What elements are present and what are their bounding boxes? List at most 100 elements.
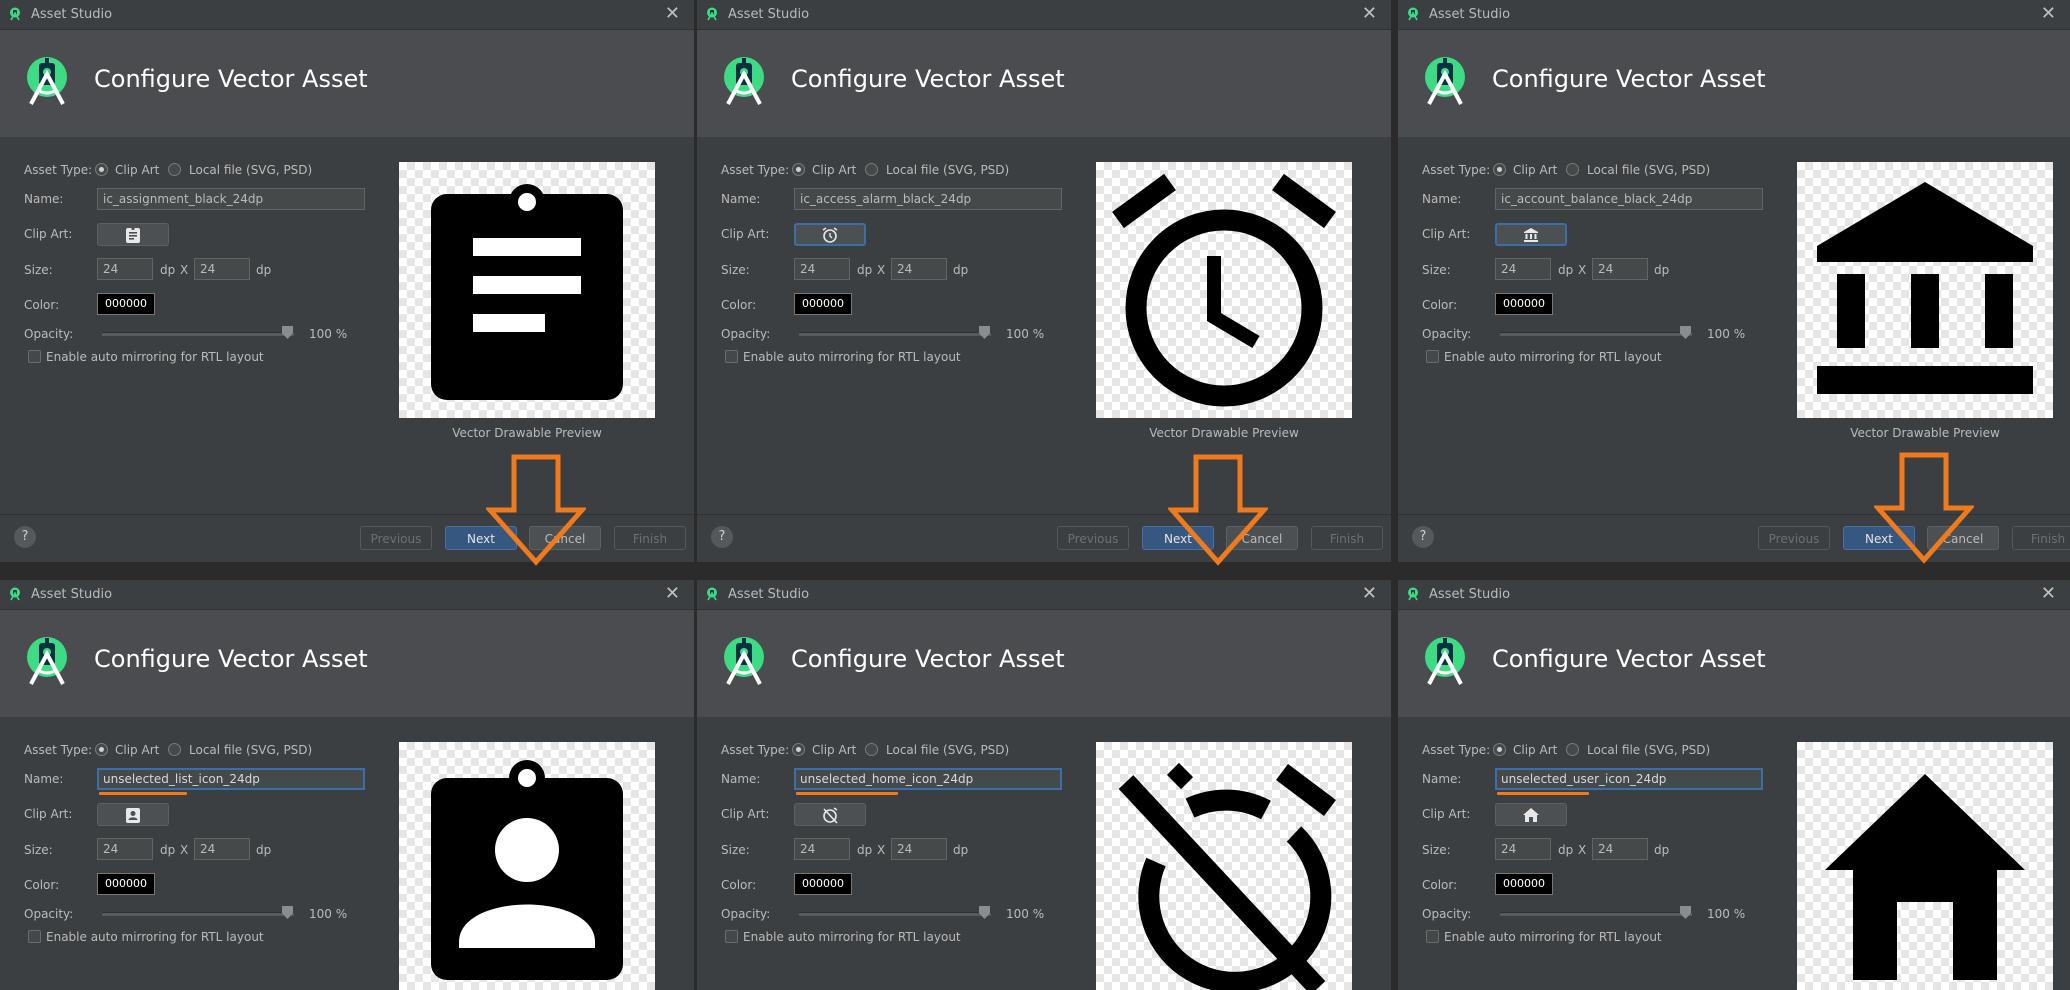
size-label: Size: — [24, 263, 53, 277]
opacity-value: 100 % — [1707, 907, 1746, 921]
clip-art-radio[interactable] — [95, 743, 108, 756]
name-label: Name: — [721, 772, 761, 786]
color-swatch[interactable]: 000000 — [1495, 293, 1553, 315]
local-file-radio[interactable] — [1566, 163, 1579, 176]
opacity-slider[interactable] — [1500, 332, 1692, 336]
previous-button[interactable]: Previous — [1057, 526, 1129, 550]
rtl-checkbox[interactable] — [725, 350, 738, 363]
android-studio-logo — [1425, 57, 1465, 105]
height-field[interactable]: 24 — [891, 258, 947, 280]
close-icon[interactable]: ✕ — [665, 583, 680, 604]
close-icon[interactable]: ✕ — [2041, 3, 2056, 24]
clip-art-radio[interactable] — [792, 743, 805, 756]
name-field[interactable]: unselected_user_icon_24dp — [1495, 768, 1763, 790]
rtl-checkbox[interactable] — [28, 350, 41, 363]
close-icon[interactable]: ✕ — [2041, 583, 2056, 604]
asset-studio-dialog-1: Asset Studio ✕ Configure Vector Asset As… — [0, 0, 694, 562]
clip-art-radio[interactable] — [1493, 743, 1506, 756]
asset-form: Asset Type: Clip Art Local file (SVG, PS… — [0, 137, 380, 437]
clip-art-button[interactable] — [794, 803, 866, 826]
height-field[interactable]: 24 — [891, 838, 947, 860]
clip-art-button[interactable] — [97, 803, 169, 826]
local-file-radio[interactable] — [865, 743, 878, 756]
width-field[interactable]: 24 — [794, 838, 850, 860]
clip-art-button[interactable] — [1495, 223, 1567, 246]
width-field[interactable]: 24 — [97, 258, 153, 280]
opacity-slider-thumb[interactable] — [1680, 906, 1691, 919]
name-field[interactable]: ic_assignment_black_24dp — [97, 188, 365, 210]
orange-down-arrow-icon — [486, 454, 586, 566]
opacity-slider[interactable] — [102, 332, 294, 336]
previous-button[interactable]: Previous — [360, 526, 432, 550]
clip-art-radio[interactable] — [792, 163, 805, 176]
color-swatch[interactable]: 000000 — [1495, 873, 1553, 895]
opacity-slider[interactable] — [799, 332, 991, 336]
page-title: Configure Vector Asset — [1492, 645, 1766, 673]
color-swatch[interactable]: 000000 — [97, 873, 155, 895]
local-file-radio[interactable] — [168, 163, 181, 176]
clip-art-radio[interactable] — [1493, 163, 1506, 176]
height-field[interactable]: 24 — [1592, 838, 1648, 860]
finish-button[interactable]: Finish — [2012, 526, 2070, 550]
rtl-checkbox[interactable] — [28, 930, 41, 943]
opacity-slider[interactable] — [799, 912, 991, 916]
width-field[interactable]: 24 — [1495, 838, 1551, 860]
name-field[interactable]: unselected_list_icon_24dp — [97, 768, 365, 790]
color-swatch[interactable]: 000000 — [794, 293, 852, 315]
dialog-footer: ? Previous Next Cancel Finish — [0, 514, 694, 559]
local-file-radio[interactable] — [865, 163, 878, 176]
close-icon[interactable]: ✕ — [665, 3, 680, 24]
opacity-slider[interactable] — [1500, 912, 1692, 916]
name-field[interactable]: ic_access_alarm_black_24dp — [794, 188, 1062, 210]
name-label: Name: — [721, 192, 761, 206]
local-file-radio[interactable] — [1566, 743, 1579, 756]
android-studio-icon — [1408, 587, 1418, 601]
rtl-checkbox[interactable] — [725, 930, 738, 943]
width-unit: dp — [160, 263, 176, 277]
height-field[interactable]: 24 — [1592, 258, 1648, 280]
name-field[interactable]: ic_account_balance_black_24dp — [1495, 188, 1763, 210]
name-highlight-underline — [1497, 792, 1589, 795]
opacity-slider-thumb[interactable] — [1680, 326, 1691, 339]
name-field[interactable]: unselected_home_icon_24dp — [794, 768, 1062, 790]
opacity-label: Opacity: — [24, 327, 74, 341]
width-field[interactable]: 24 — [794, 258, 850, 280]
opacity-slider-thumb[interactable] — [282, 326, 293, 339]
width-field[interactable]: 24 — [1495, 258, 1551, 280]
help-button[interactable]: ? — [14, 526, 36, 548]
color-swatch[interactable]: 000000 — [794, 873, 852, 895]
vector-preview — [1797, 742, 2053, 990]
clip-art-button[interactable] — [794, 223, 866, 246]
height-field[interactable]: 24 — [194, 258, 250, 280]
size-separator: X — [180, 843, 189, 857]
clip-art-radio[interactable] — [95, 163, 108, 176]
opacity-slider-thumb[interactable] — [979, 326, 990, 339]
width-field[interactable]: 24 — [97, 838, 153, 860]
help-button[interactable]: ? — [1412, 526, 1434, 548]
rtl-checkbox[interactable] — [1426, 350, 1439, 363]
color-label: Color: — [24, 298, 60, 312]
rtl-checkbox[interactable] — [1426, 930, 1439, 943]
android-studio-logo — [724, 57, 764, 105]
asset-studio-dialog-5: Asset Studio ✕ Configure Vector Asset As… — [697, 580, 1391, 990]
clip-art-button[interactable] — [1495, 803, 1567, 826]
close-icon[interactable]: ✕ — [1362, 583, 1377, 604]
opacity-slider-thumb[interactable] — [282, 906, 293, 919]
clip-art-option-label: Clip Art — [115, 743, 160, 757]
previous-button[interactable]: Previous — [1758, 526, 1830, 550]
home-icon — [1523, 807, 1539, 822]
opacity-slider[interactable] — [102, 912, 294, 916]
finish-button[interactable]: Finish — [1311, 526, 1383, 550]
close-icon[interactable]: ✕ — [1362, 3, 1377, 24]
color-label: Color: — [721, 878, 757, 892]
color-swatch[interactable]: 000000 — [97, 293, 155, 315]
opacity-label: Opacity: — [721, 327, 771, 341]
height-field[interactable]: 24 — [194, 838, 250, 860]
help-button[interactable]: ? — [711, 526, 733, 548]
name-highlight-underline — [99, 792, 187, 795]
title-bar: Asset Studio ✕ — [1398, 580, 2070, 610]
clip-art-button[interactable] — [97, 223, 169, 246]
local-file-radio[interactable] — [168, 743, 181, 756]
finish-button[interactable]: Finish — [614, 526, 686, 550]
opacity-slider-thumb[interactable] — [979, 906, 990, 919]
